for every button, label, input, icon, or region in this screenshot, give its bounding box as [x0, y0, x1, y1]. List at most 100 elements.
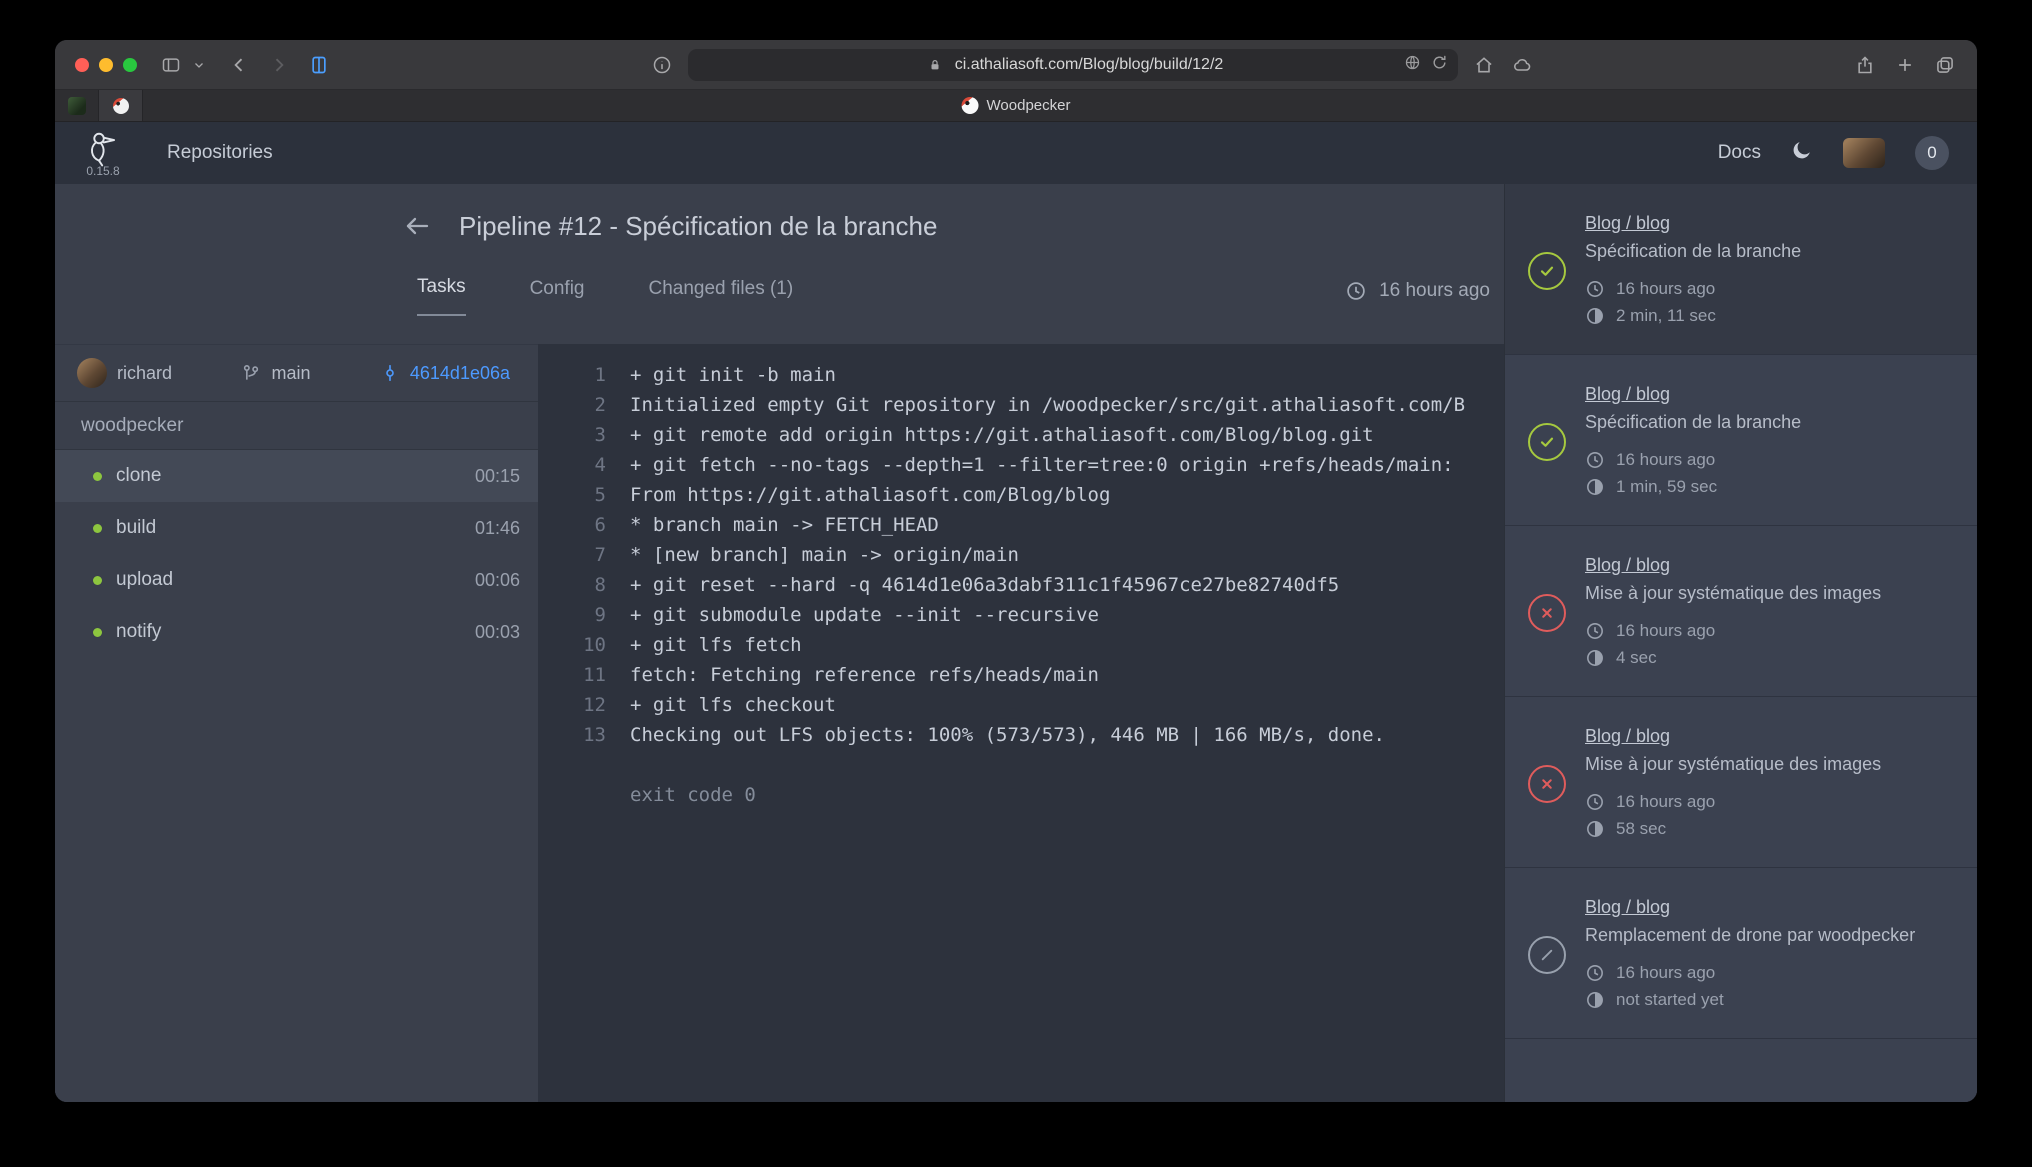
log-line: 1 + git init -b main: [538, 360, 1504, 390]
step-row[interactable]: build 01:46: [55, 502, 538, 554]
close-window-button[interactable]: [75, 58, 89, 72]
app-version: 0.15.8: [86, 164, 119, 178]
build-item[interactable]: Blog / blog Spécification de la branche …: [1505, 184, 1977, 355]
log-line-number: 5: [538, 480, 606, 510]
step-row[interactable]: upload 00:06: [55, 554, 538, 606]
log-line-number: 12: [538, 690, 606, 720]
build-repo-link[interactable]: Blog / blog: [1585, 897, 1670, 917]
build-time-ago: 16 hours ago: [1616, 617, 1715, 644]
notification-badge[interactable]: 0: [1915, 136, 1949, 170]
build-item[interactable]: Blog / blog: [1505, 1039, 1977, 1102]
tab-group-icon[interactable]: [307, 53, 331, 77]
author-group: richard: [77, 358, 172, 388]
pipeline-tab[interactable]: Tasks: [417, 276, 466, 316]
browser-toolbar: ci.athaliasoft.com/Blog/blog/build/12/2: [55, 40, 1977, 90]
log-line: 5 From https://git.athaliasoft.com/Blog/…: [538, 480, 1504, 510]
active-tab-title: Woodpecker: [987, 97, 1071, 114]
forward-icon[interactable]: [267, 53, 291, 77]
build-message: Mise à jour systématique des images: [1585, 583, 1881, 604]
back-arrow-icon[interactable]: [401, 210, 433, 242]
browser-window: ci.athaliasoft.com/Blog/blog/build/12/2: [55, 40, 1977, 1102]
pinned-tab-1[interactable]: [55, 90, 99, 121]
woodpecker-logo[interactable]: 0.15.8: [83, 129, 123, 178]
log-line: 13 Checking out LFS objects: 100% (573/5…: [538, 720, 1504, 750]
log-line-text: + git submodule update --init --recursiv…: [606, 600, 1099, 630]
step-status-dot: [93, 576, 102, 585]
clock-icon: [1585, 450, 1605, 470]
duration-icon: [1585, 648, 1605, 668]
commit-link[interactable]: 4614d1e06a: [380, 363, 510, 384]
step-row[interactable]: clone 00:15: [55, 450, 538, 502]
pinned-tab-2[interactable]: [99, 90, 143, 121]
tab-overview-icon[interactable]: [1933, 53, 1957, 77]
branch-group: main: [241, 363, 310, 384]
address-bar[interactable]: ci.athaliasoft.com/Blog/blog/build/12/2: [688, 49, 1458, 81]
chevron-down-icon[interactable]: [187, 53, 211, 77]
log-line-number: 1: [538, 360, 606, 390]
build-repo-link[interactable]: Blog / blog: [1585, 384, 1670, 404]
build-message: Spécification de la branche: [1585, 241, 1801, 262]
tab-strip: Woodpecker: [55, 90, 1977, 122]
status-failure-icon: [1528, 594, 1566, 632]
window-controls: [75, 58, 137, 72]
cloud-tabs-icon[interactable]: [1510, 53, 1534, 77]
build-message: Remplacement de drone par woodpecker: [1585, 925, 1915, 946]
nav-repositories[interactable]: Repositories: [167, 142, 273, 164]
log-lines: 1 + git init -b main 2 Initialized empty…: [538, 360, 1504, 750]
build-repo-link[interactable]: Blog / blog: [1585, 213, 1670, 233]
build-item[interactable]: Blog / blog Spécification de la branche …: [1505, 355, 1977, 526]
pipeline-time-ago: 16 hours ago: [1345, 280, 1490, 316]
back-icon[interactable]: [227, 53, 251, 77]
build-repo-link[interactable]: Blog / blog: [1585, 726, 1670, 746]
step-duration: 00:15: [475, 466, 520, 487]
step-duration: 00:03: [475, 622, 520, 643]
log-line-number: 9: [538, 600, 606, 630]
build-message: Mise à jour systématique des images: [1585, 754, 1881, 775]
translate-icon[interactable]: [1404, 54, 1421, 76]
url-text: ci.athaliasoft.com/Blog/blog/build/12/2: [955, 56, 1224, 74]
log-line: 12 + git lfs checkout: [538, 690, 1504, 720]
step-duration: 00:06: [475, 570, 520, 591]
step-row[interactable]: notify 00:03: [55, 606, 538, 658]
log-line-text: + git fetch --no-tags --depth=1 --filter…: [606, 450, 1454, 480]
share-icon[interactable]: [1853, 53, 1877, 77]
log-line-number: 10: [538, 630, 606, 660]
status-success-icon: [1528, 252, 1566, 290]
sidebar-toggle-icon[interactable]: [159, 53, 183, 77]
build-item[interactable]: Blog / blog Mise à jour systématique des…: [1505, 697, 1977, 868]
build-duration: 2 min, 11 sec: [1616, 302, 1716, 329]
pipeline-tab[interactable]: Changed files (1): [649, 278, 794, 316]
clock-icon: [1585, 963, 1605, 983]
workflow-name: woodpecker: [55, 402, 538, 450]
build-item[interactable]: Blog / blog Mise à jour systématique des…: [1505, 526, 1977, 697]
branch-icon: [241, 363, 261, 383]
log-line-text: * branch main -> FETCH_HEAD: [606, 510, 939, 540]
build-repo-link[interactable]: Blog / blog: [1585, 555, 1670, 575]
log-line-text: + git init -b main: [606, 360, 836, 390]
home-icon[interactable]: [1472, 53, 1496, 77]
url-zone: ci.athaliasoft.com/Blog/blog/build/12/2: [347, 49, 1837, 81]
log-line: 2 Initialized empty Git repository in /w…: [538, 390, 1504, 420]
status-not-started-icon: [1528, 936, 1566, 974]
pipeline-tab[interactable]: Config: [530, 278, 585, 316]
step-list: clone 00:15 build 01:46: [55, 450, 538, 658]
pipeline-title: Pipeline #12 - Spécification de la branc…: [459, 211, 937, 242]
minimize-window-button[interactable]: [99, 58, 113, 72]
nav-docs[interactable]: Docs: [1718, 142, 1761, 164]
log-line-text: fetch: Fetching reference refs/heads/mai…: [606, 660, 1099, 690]
active-tab[interactable]: Woodpecker: [962, 90, 1071, 121]
user-avatar[interactable]: [1843, 138, 1885, 168]
dark-mode-toggle-icon[interactable]: [1791, 139, 1813, 167]
author-name: richard: [117, 363, 172, 384]
pinned-tab-1-favicon: [68, 97, 86, 115]
clock-icon: [1585, 279, 1605, 299]
page-settings-icon[interactable]: [650, 53, 674, 77]
new-tab-icon[interactable]: [1893, 53, 1917, 77]
build-item[interactable]: Blog / blog Remplacement de drone par wo…: [1505, 868, 1977, 1039]
duration-icon: [1585, 990, 1605, 1010]
reload-icon[interactable]: [1431, 54, 1448, 76]
zoom-window-button[interactable]: [123, 58, 137, 72]
log-line: 4 + git fetch --no-tags --depth=1 --filt…: [538, 450, 1504, 480]
log-line-number: 13: [538, 720, 606, 750]
steps-panel: richard main 4614d1e06a woodpecker: [55, 344, 538, 1102]
